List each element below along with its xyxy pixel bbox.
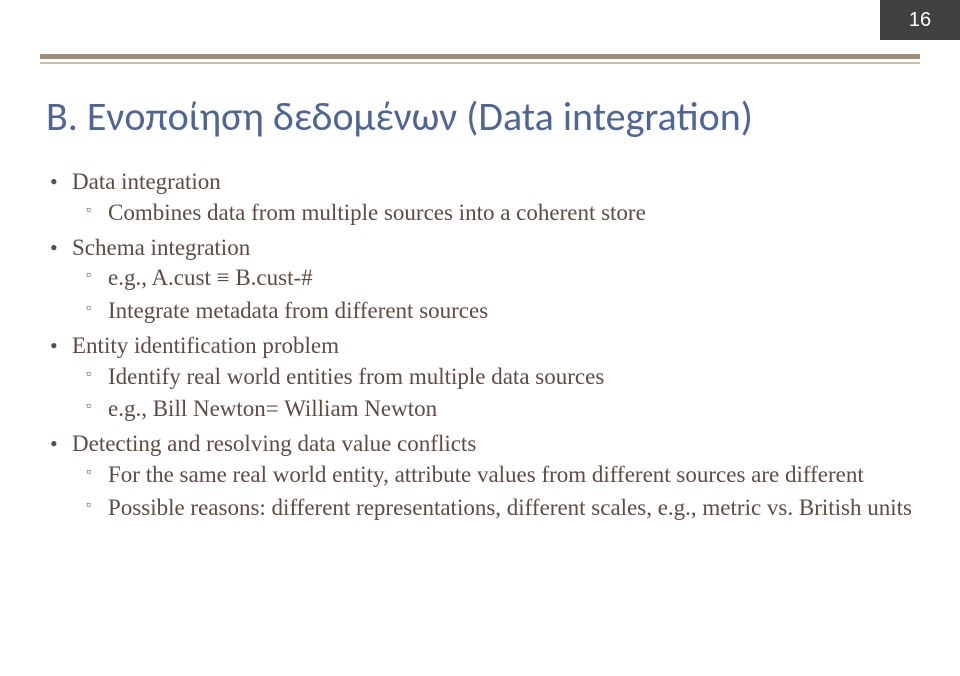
bullet-text: Schema integration xyxy=(72,235,250,260)
top-rule-thick xyxy=(40,54,920,59)
slide-content: Data integration Combines data from mult… xyxy=(48,168,912,528)
bullet-text: Entity identification problem xyxy=(72,333,339,358)
bullet-entity-identification: Entity identification problem Identify r… xyxy=(48,332,912,424)
sub-bullet: Possible reasons: different representati… xyxy=(72,494,912,523)
slide-title: B. Ενοποίηση δεδομένων (Data integration… xyxy=(46,92,914,141)
sub-bullet: Integrate metadata from different source… xyxy=(72,297,912,326)
sub-bullet: Combines data from multiple sources into… xyxy=(72,199,912,228)
bullet-text: Detecting and resolving data value confl… xyxy=(72,431,476,456)
bullet-detecting-conflicts: Detecting and resolving data value confl… xyxy=(48,430,912,522)
bullet-text: Data integration xyxy=(72,169,221,194)
page-number: 16 xyxy=(880,0,960,40)
top-rule-thin xyxy=(40,62,920,64)
sub-bullet: Identify real world entities from multip… xyxy=(72,363,912,392)
slide: 16 B. Ενοποίηση δεδομένων (Data integrat… xyxy=(0,0,960,676)
sub-bullet: e.g., Bill Newton= William Newton xyxy=(72,395,912,424)
bullet-data-integration: Data integration Combines data from mult… xyxy=(48,168,912,228)
sub-bullet: e.g., A.cust ≡ B.cust-# xyxy=(72,264,912,293)
sub-bullet: For the same real world entity, attribut… xyxy=(72,461,912,490)
bullet-schema-integration: Schema integration e.g., A.cust ≡ B.cust… xyxy=(48,234,912,326)
